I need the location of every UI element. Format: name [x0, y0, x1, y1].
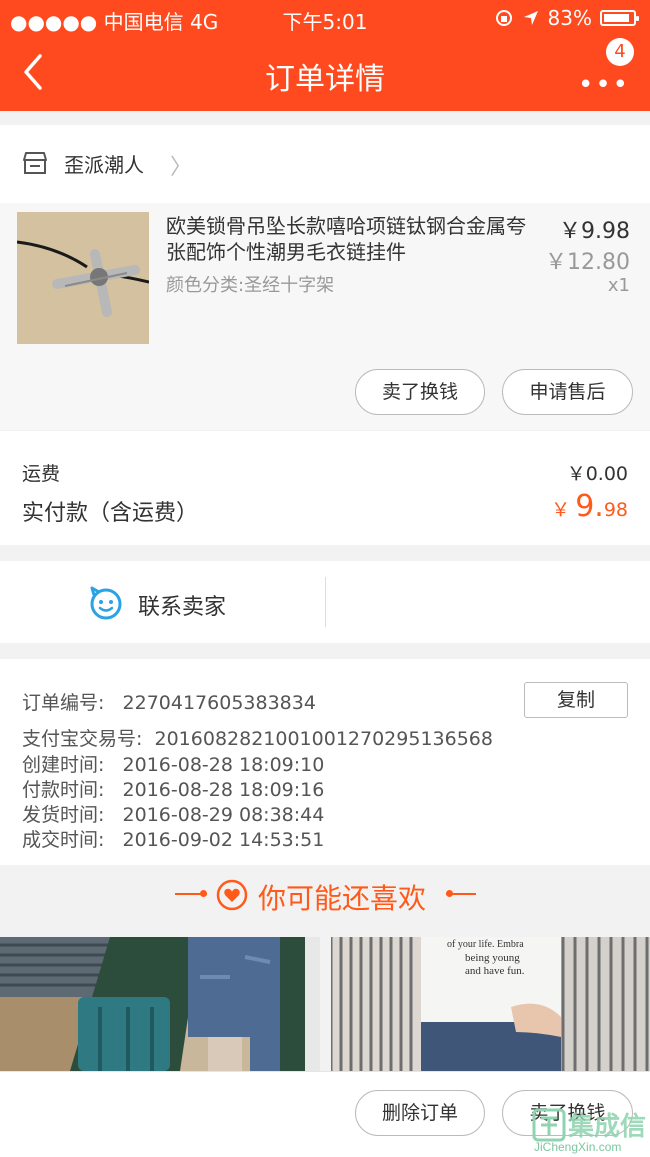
alipay-row: 支付宝交易号: 2016082821001001270295136568: [22, 724, 493, 751]
battery-icon: [600, 10, 639, 26]
created-row: 创建时间: 2016-08-28 18:09:10: [22, 750, 324, 777]
after-sale-button[interactable]: 申请售后: [502, 369, 633, 415]
alipay-label: 支付宝交易号:: [22, 728, 143, 750]
orientation-lock-icon: [495, 10, 512, 26]
message-count-badge: 4: [606, 38, 634, 66]
order-number: 2270417605383834: [122, 692, 316, 714]
product-card: 欧美锁骨吊坠长款嘻哈项链钛钢合金属夸张配饰个性潮男毛衣链挂件 颜色分类:圣经十字…: [0, 203, 650, 430]
customer-service-icon: [90, 586, 122, 620]
completed-label: 成交时间:: [22, 829, 105, 851]
contact-seller-row[interactable]: 联系卖家: [0, 561, 650, 643]
shipped-row: 发货时间: 2016-08-29 08:38:44: [22, 800, 324, 827]
paid-integer: 9.: [575, 489, 604, 524]
shipping-label: 运费: [22, 463, 61, 485]
paid-decimal: 98: [603, 499, 628, 521]
copy-button[interactable]: 复制: [524, 682, 628, 718]
status-bar: ●●●●● 中国电信 4G 下午5:01 83%: [0, 0, 650, 36]
divider: [325, 577, 326, 627]
paid-label: 实付款（含运费）: [22, 501, 199, 526]
fees-section: 运费 ￥0.00 实付款（含运费） ￥ 9.98: [0, 431, 650, 545]
order-number-label: 订单编号:: [22, 692, 105, 714]
product-title[interactable]: 欧美锁骨吊坠长款嘻哈项链钛钢合金属夸张配饰个性潮男毛衣链挂件: [166, 213, 536, 265]
shirt-text-2: being young: [465, 952, 520, 964]
shop-icon: [23, 152, 47, 174]
order-info: 订单编号: 2270417605383834 复制 支付宝交易号: 201608…: [0, 659, 650, 865]
product-quantity: x1: [607, 275, 630, 296]
product-image[interactable]: [17, 212, 149, 344]
product-original-price: ￥12.80: [545, 250, 630, 275]
watermark-url: JiChengXin.com: [534, 1140, 622, 1154]
nav-bar: 订单详情 ••• 4: [0, 36, 650, 111]
shop-row[interactable]: 歪派潮人 〉: [0, 125, 650, 203]
product-price: ￥9.98: [559, 219, 630, 244]
paid-time: 2016-08-28 18:09:16: [122, 779, 325, 801]
paid-currency: ￥: [551, 499, 571, 521]
product-sku: 颜色分类:圣经十字架: [166, 275, 335, 296]
contact-seller-label[interactable]: 联系卖家: [138, 589, 226, 621]
sell-for-cash-button[interactable]: 卖了换钱: [355, 369, 485, 415]
shop-name[interactable]: 歪派潮人: [64, 149, 144, 178]
watermark: 集成信 JiChengXin.com: [528, 1106, 646, 1156]
recommend-item-2[interactable]: of your life. Embra being young and have…: [331, 937, 650, 1071]
more-menu-icon[interactable]: •••: [578, 70, 630, 100]
status-right: 83%: [494, 6, 639, 30]
created-label: 创建时间:: [22, 754, 105, 776]
page-title: 订单详情: [265, 62, 385, 97]
watermark-text: 集成信: [568, 1112, 647, 1142]
watermark-logo-icon: [532, 1108, 566, 1142]
battery-percent: 83%: [547, 6, 592, 30]
created-time: 2016-08-28 18:09:10: [122, 754, 325, 776]
heart-icon: [216, 879, 248, 911]
chevron-right-icon: 〉: [170, 155, 193, 180]
recommend-header: 你可能还喜欢: [0, 865, 650, 937]
shipping-value: ￥0.00: [566, 463, 628, 485]
shipped-time: 2016-08-29 08:38:44: [122, 804, 325, 826]
shirt-text-3: and have fun.: [465, 965, 525, 977]
decor-dot-right: [446, 890, 453, 897]
location-arrow-icon: [523, 11, 538, 25]
order-number-row: 订单编号: 2270417605383834: [22, 688, 316, 715]
recommend-title: 你可能还喜欢: [258, 882, 427, 915]
alipay-number: 2016082821001001270295136568: [154, 728, 493, 750]
paid-row: 付款时间: 2016-08-28 18:09:16: [22, 775, 324, 802]
completed-time: 2016-09-02 14:53:51: [122, 829, 325, 851]
paid-time-label: 付款时间:: [22, 779, 105, 801]
shipped-label: 发货时间:: [22, 804, 105, 826]
delete-order-button[interactable]: 删除订单: [355, 1090, 485, 1136]
decor-dot-left: [200, 890, 207, 897]
completed-row: 成交时间: 2016-09-02 14:53:51: [22, 825, 324, 852]
shirt-text-1: of your life. Embra: [447, 939, 524, 950]
paid-amount: ￥ 9.98: [551, 489, 628, 524]
recommend-item-1[interactable]: [0, 937, 320, 1071]
